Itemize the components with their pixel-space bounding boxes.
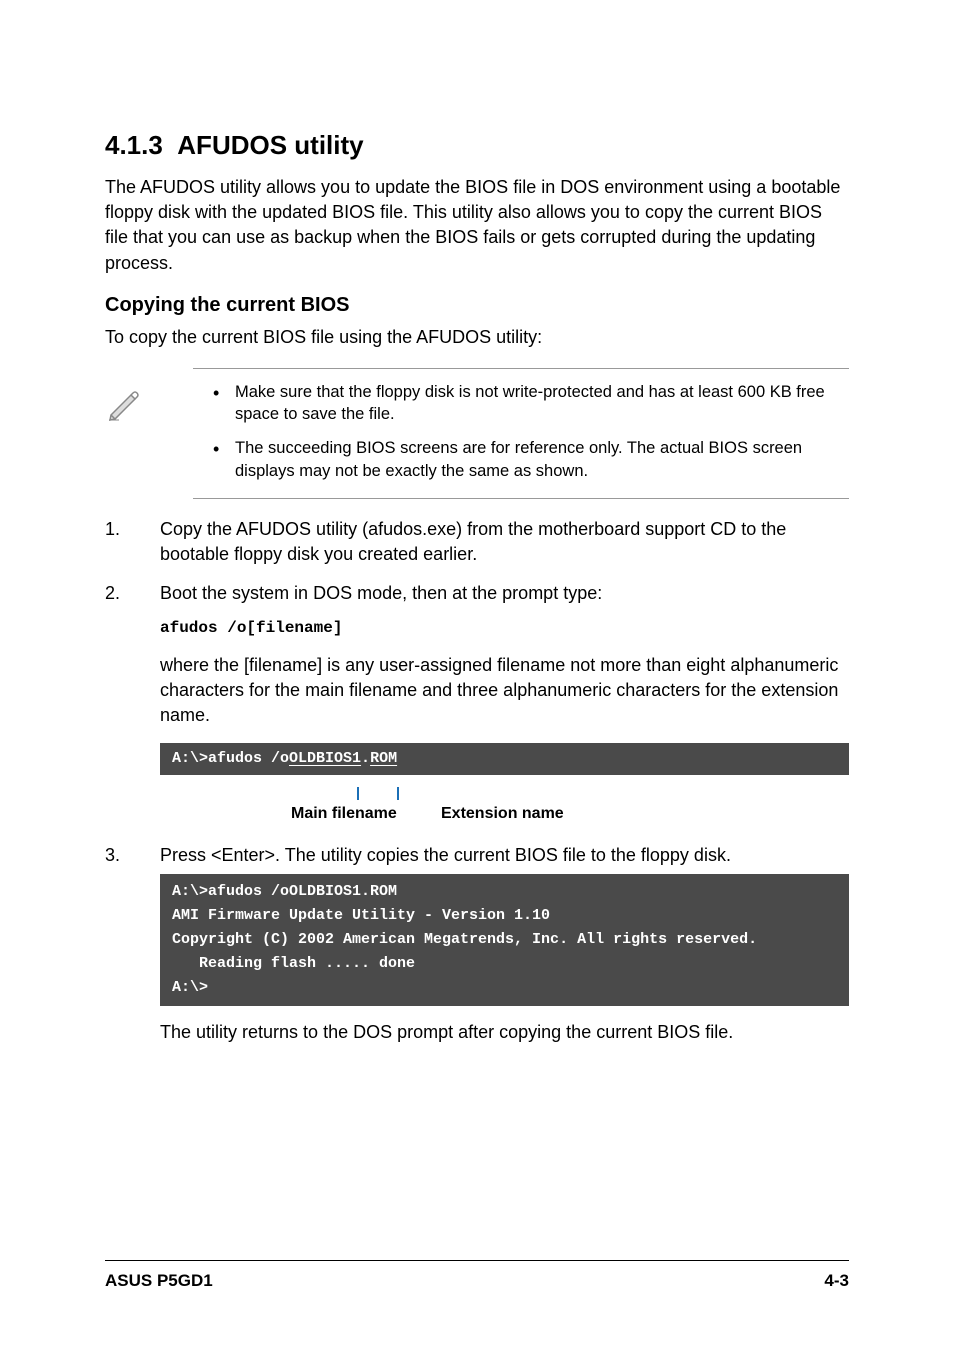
terminal-line: Reading flash ..... done [172, 952, 837, 976]
note-item: Make sure that the floppy disk is not wr… [193, 381, 849, 426]
footer-right: 4-3 [824, 1271, 849, 1291]
subsection-title: Copying the current BIOS [105, 294, 849, 317]
terminal-line: AMI Firmware Update Utility - Version 1.… [172, 904, 837, 928]
terminal-dot: . [361, 750, 370, 767]
terminal-line: Copyright (C) 2002 American Megatrends, … [172, 928, 837, 952]
subsection-lead: To copy the current BIOS file using the … [105, 325, 849, 350]
step-text: Press <Enter>. The utility copies the cu… [160, 845, 731, 865]
step-1: Copy the AFUDOS utility (afudos.exe) fro… [105, 517, 849, 567]
intro-paragraph: The AFUDOS utility allows you to update … [105, 175, 849, 276]
footer-left: ASUS P5GD1 [105, 1271, 213, 1291]
pencil-icon [103, 381, 145, 428]
section-title: 4.1.3 AFUDOS utility [105, 130, 849, 161]
step-text: Copy the AFUDOS utility (afudos.exe) fro… [160, 519, 786, 564]
section-title-text: AFUDOS utility [177, 130, 363, 160]
terminal-line: A:\> [172, 976, 837, 1000]
label-extension-name: Extension name [441, 803, 564, 825]
pointer-line-icon [357, 787, 359, 800]
command-text: afudos /o[filename] [160, 617, 849, 639]
terminal-output-2: A:\>afudos /oOLDBIOS1.ROM AMI Firmware U… [160, 874, 849, 1006]
terminal-extension: ROM [370, 750, 397, 767]
label-main-filename: Main filename [291, 803, 397, 825]
note-list: Make sure that the floppy disk is not wr… [193, 381, 849, 482]
page-footer: ASUS P5GD1 4-3 [105, 1260, 849, 1291]
filename-labels: Main filename Extension name [160, 789, 849, 825]
step-2: Boot the system in DOS mode, then at the… [105, 581, 849, 824]
note-box: Make sure that the floppy disk is not wr… [193, 368, 849, 499]
steps-list: Copy the AFUDOS utility (afudos.exe) fro… [105, 517, 849, 1045]
terminal-prefix: A:\>afudos /o [172, 750, 289, 767]
step-3: Press <Enter>. The utility copies the cu… [105, 843, 849, 1045]
terminal-output-1: A:\>afudos /oOLDBIOS1.ROM [160, 743, 849, 775]
pointer-line-icon [397, 787, 399, 800]
terminal-main-filename: OLDBIOS1 [289, 750, 361, 767]
step-paragraph: The utility returns to the DOS prompt af… [160, 1020, 849, 1045]
step-text: Boot the system in DOS mode, then at the… [160, 583, 602, 603]
step-paragraph: where the [filename] is any user-assigne… [160, 653, 849, 729]
note-item: The succeeding BIOS screens are for refe… [193, 437, 849, 482]
section-number: 4.1.3 [105, 130, 163, 160]
terminal-line: A:\>afudos /oOLDBIOS1.ROM [172, 880, 837, 904]
